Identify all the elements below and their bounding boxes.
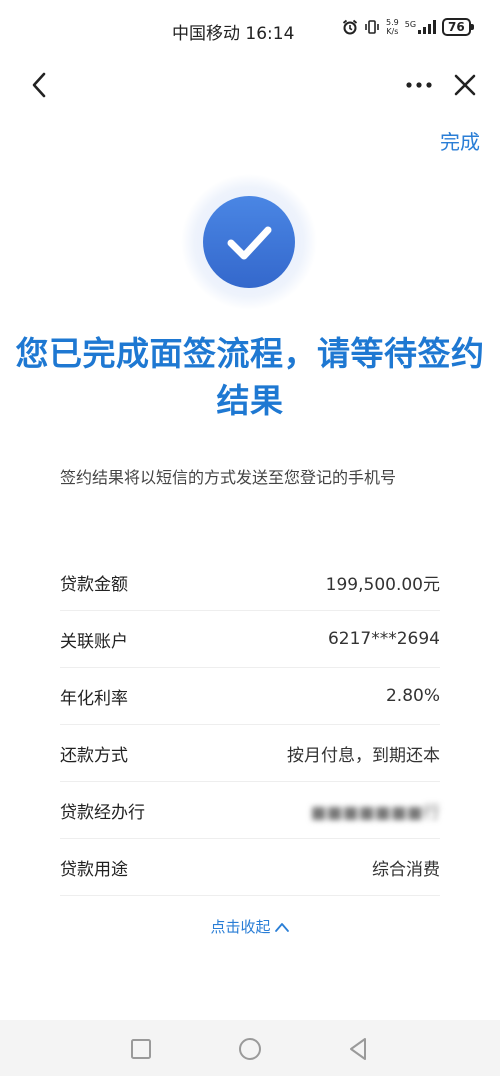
headline-line-2: 结果 [216, 381, 284, 420]
detail-label: 贷款经办行 [60, 802, 145, 823]
close-button[interactable] [448, 68, 482, 102]
detail-label: 贷款用途 [60, 859, 128, 880]
detail-label: 年化利率 [60, 688, 128, 709]
more-dots-icon [406, 82, 432, 88]
completion-headline: 您已完成面签流程，请等待签约 结果 [0, 330, 500, 424]
done-button[interactable]: 完成 [410, 126, 480, 155]
checkmark-circle-icon [181, 174, 317, 310]
nav-bar [0, 60, 500, 110]
detail-row-account: 关联账户 6217***2694 [60, 611, 440, 668]
carrier-time: 中国移动 16:14 [172, 24, 295, 44]
collapse-button[interactable]: 点击收起 [0, 916, 500, 937]
speed-value: 5.9 [386, 18, 399, 27]
square-icon [131, 1039, 151, 1059]
headline-line-1: 您已完成面签流程，请等待签约 [15, 334, 485, 373]
circle-icon [239, 1038, 261, 1060]
network-speed: 5.9 K/s [386, 18, 399, 36]
detail-label: 关联账户 [60, 631, 128, 652]
home-button[interactable] [237, 1036, 263, 1062]
collapse-label: 点击收起 [210, 918, 271, 936]
alarm-icon [342, 19, 358, 35]
detail-value: 2.80% [385, 686, 440, 706]
network-type: 5G [404, 20, 417, 29]
close-icon [454, 74, 476, 96]
success-badge [179, 172, 319, 312]
system-back-button[interactable] [345, 1036, 371, 1062]
status-icons: 5.9 K/s 5G 76 [342, 18, 474, 36]
detail-row-purpose: 贷款用途 综合消费 [60, 839, 440, 896]
sms-notice: 签约结果将以短信的方式发送至您登记的手机号 [60, 468, 397, 487]
back-chevron-icon [32, 72, 46, 98]
status-bar: 中国移动 16:14 5.9 K/s 5G 76 [0, 0, 500, 60]
loan-details: 贷款金额 199,500.00元 关联账户 6217***2694 年化利率 2… [60, 554, 440, 896]
vibrate-icon [365, 20, 379, 34]
triangle-back-icon [350, 1038, 366, 1060]
battery-icon: 76 [442, 18, 474, 36]
detail-label: 贷款金额 [60, 574, 128, 595]
chevron-up-icon [274, 923, 289, 932]
back-button[interactable] [24, 68, 58, 102]
detail-row-rate: 年化利率 2.80% [60, 668, 440, 725]
detail-value: 6217***2694 [327, 629, 440, 649]
signal-icon [418, 20, 437, 34]
detail-value: 综合消费 [372, 859, 440, 880]
signal-group: 5G [404, 20, 437, 34]
recents-button[interactable] [128, 1036, 154, 1062]
detail-row-branch: 贷款经办行 ■■■■■■■行 [60, 782, 440, 839]
more-button[interactable] [400, 68, 438, 102]
detail-value-redacted: ■■■■■■■行 [310, 802, 440, 823]
detail-label: 还款方式 [60, 745, 128, 766]
detail-row-amount: 贷款金额 199,500.00元 [60, 554, 440, 611]
system-nav-bar [0, 1020, 500, 1076]
detail-row-repayment: 还款方式 按月付息，到期还本 [60, 725, 440, 782]
detail-value: 按月付息，到期还本 [287, 745, 440, 766]
detail-value: 199,500.00元 [325, 574, 440, 595]
speed-unit: K/s [386, 27, 399, 36]
